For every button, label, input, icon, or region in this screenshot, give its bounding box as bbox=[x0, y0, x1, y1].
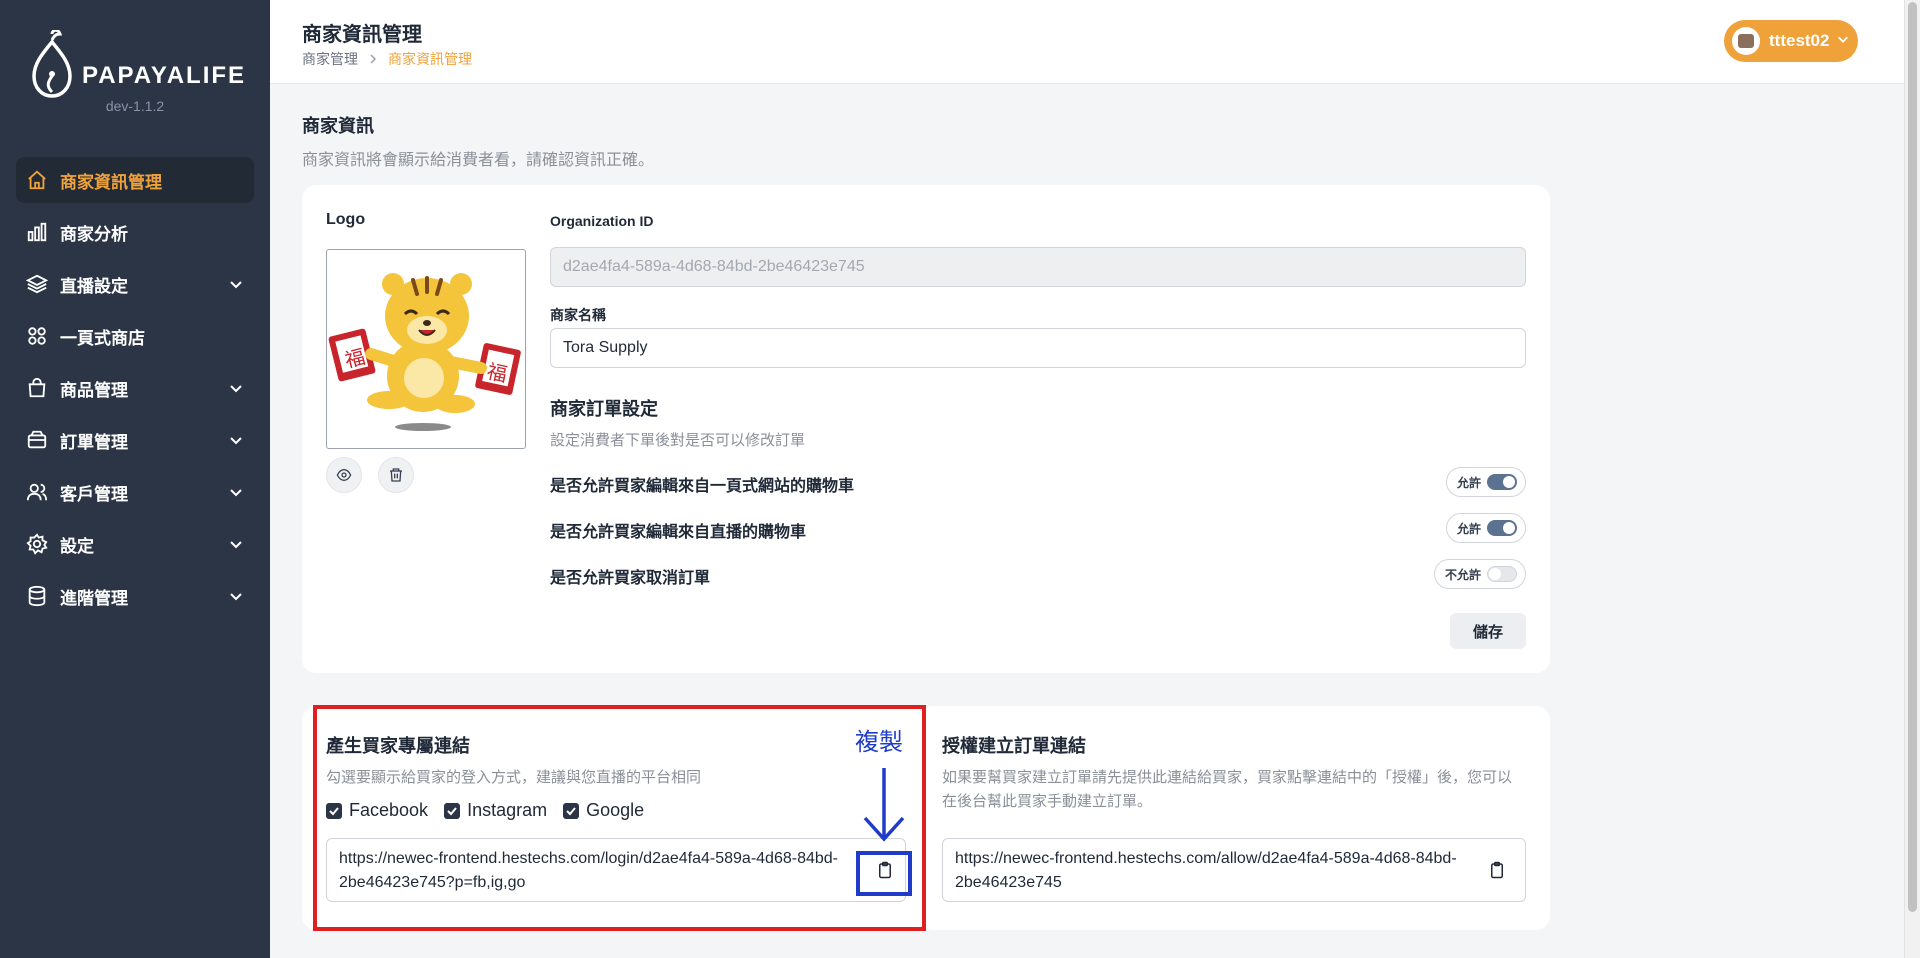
sidebar-item-label: 進階管理 bbox=[60, 588, 128, 608]
annotation-copy-target-box bbox=[856, 851, 912, 896]
merchant-name-field[interactable] bbox=[550, 328, 1526, 368]
avatar bbox=[1732, 27, 1760, 55]
chevron-down-icon bbox=[228, 536, 244, 552]
user-name: tttest02 bbox=[1769, 31, 1830, 50]
order-settings-description: 設定消費者下單後對是否可以修改訂單 bbox=[550, 432, 806, 449]
setting-label-cancel-order: 是否允許買家取消訂單 bbox=[550, 570, 711, 587]
section-title: 商家資訊 bbox=[302, 116, 374, 136]
top-header: 商家資訊管理 商家管理 商家資訊管理 tttest02 bbox=[270, 0, 1904, 84]
inbox-icon bbox=[26, 429, 48, 451]
sidebar-item-analytics[interactable]: 商家分析 bbox=[16, 209, 254, 255]
sidebar-item-label: 商家分析 bbox=[60, 224, 128, 244]
annotation-copy-label: 複製 bbox=[855, 729, 903, 756]
save-button[interactable]: 儲存 bbox=[1450, 613, 1526, 649]
merchant-logo-image: 福 福 bbox=[326, 249, 526, 449]
toggle-switch bbox=[1487, 566, 1517, 582]
chevron-down-icon bbox=[228, 432, 244, 448]
toggle-switch bbox=[1487, 520, 1517, 536]
toggle-state-label: 允許 bbox=[1456, 521, 1481, 536]
page-scrollbar[interactable] bbox=[1904, 0, 1920, 958]
scrollbar-thumb[interactable] bbox=[1908, 2, 1917, 912]
chevron-right-icon bbox=[368, 51, 378, 67]
eye-icon bbox=[336, 468, 352, 482]
bar-chart-icon bbox=[26, 221, 48, 243]
sidebar-item-label: 直播設定 bbox=[60, 276, 128, 296]
home-icon bbox=[26, 169, 48, 191]
sidebar-item-advanced[interactable]: 進階管理 bbox=[16, 573, 254, 619]
auth-link-description: 如果要幫買家建立訂單請先提供此連結給買家，買家點擊連結中的「授權」後，您可以在後… bbox=[942, 769, 1513, 810]
chevron-down-icon bbox=[1836, 31, 1850, 51]
grid-icon bbox=[26, 325, 48, 347]
breadcrumb-item-current: 商家資訊管理 bbox=[388, 51, 472, 67]
users-icon bbox=[26, 481, 48, 503]
brand-logo[interactable]: PAPAYALIFE bbox=[30, 30, 250, 100]
sidebar-item-customers[interactable]: 客戶管理 bbox=[16, 469, 254, 515]
shopping-bag-icon bbox=[26, 377, 48, 399]
chevron-down-icon bbox=[228, 484, 244, 500]
toggle-state-label: 不允許 bbox=[1444, 567, 1481, 582]
setting-label-onepage-cart: 是否允許買家編輯來自一頁式網站的購物車 bbox=[550, 478, 855, 495]
gear-icon bbox=[26, 533, 48, 555]
papaya-logo-icon bbox=[32, 30, 72, 98]
sidebar-item-products[interactable]: 商品管理 bbox=[16, 365, 254, 411]
sidebar-item-label: 客戶管理 bbox=[60, 484, 128, 504]
sidebar-item-orders[interactable]: 訂單管理 bbox=[16, 417, 254, 463]
sidebar-item-label: 商品管理 bbox=[60, 380, 128, 400]
breadcrumb-item-merchant-management[interactable]: 商家管理 bbox=[302, 49, 358, 69]
sidebar-item-live-settings[interactable]: 直播設定 bbox=[16, 261, 254, 307]
org-id-field bbox=[550, 247, 1526, 287]
user-menu-button[interactable]: tttest02 bbox=[1724, 20, 1858, 62]
sidebar-item-one-page-store[interactable]: 一頁式商店 bbox=[16, 313, 254, 359]
sidebar: PAPAYALIFE dev-1.1.2 商家資訊管理 商家分析 直播設定 一頁… bbox=[0, 0, 270, 958]
chevron-down-icon bbox=[228, 588, 244, 604]
preview-logo-button[interactable] bbox=[326, 457, 362, 493]
brand-name: PAPAYALIFE bbox=[82, 62, 247, 89]
sidebar-item-label: 訂單管理 bbox=[60, 432, 128, 452]
sidebar-item-merchant-info[interactable]: 商家資訊管理 bbox=[16, 157, 254, 203]
toggle-cancel-order[interactable]: 不允許 bbox=[1433, 559, 1526, 589]
toggle-state-label: 允許 bbox=[1456, 475, 1481, 490]
breadcrumb: 商家管理 商家資訊管理 bbox=[302, 49, 472, 69]
chevron-down-icon bbox=[228, 380, 244, 396]
merchant-info-card: Logo 福 福 Organization ID d2ae4fa4-589a-4… bbox=[302, 185, 1550, 673]
page-title: 商家資訊管理 bbox=[302, 24, 422, 46]
auth-link-title: 授權建立訂單連結 bbox=[942, 736, 1086, 756]
clipboard-icon[interactable] bbox=[1486, 859, 1508, 881]
merchant-name-label: 商家名稱 bbox=[550, 307, 606, 323]
chevron-down-icon bbox=[228, 276, 244, 292]
sidebar-item-label: 設定 bbox=[60, 536, 94, 556]
annotation-highlight-box bbox=[313, 705, 926, 931]
layers-icon bbox=[26, 273, 48, 295]
annotation-arrow-icon bbox=[863, 768, 905, 842]
trash-icon bbox=[390, 468, 402, 482]
database-icon bbox=[26, 585, 48, 607]
auth-link-field[interactable]: https://newec-frontend.hestechs.com/allo… bbox=[942, 838, 1526, 902]
toggle-live-cart[interactable]: 允許 bbox=[1445, 513, 1526, 543]
setting-label-live-cart: 是否允許買家編輯來自直播的購物車 bbox=[550, 524, 807, 541]
toggle-onepage-cart[interactable]: 允許 bbox=[1445, 467, 1526, 497]
auth-link-card: 授權建立訂單連結 如果要幫買家建立訂單請先提供此連結給買家，買家點擊連結中的「授… bbox=[918, 706, 1550, 930]
org-id-label: Organization ID bbox=[550, 213, 654, 229]
tiger-mascot-icon: 福 福 bbox=[328, 273, 521, 431]
section-description: 商家資訊將會顯示給消費者看，請確認資訊正確。 bbox=[302, 152, 655, 169]
sidebar-item-label: 一頁式商店 bbox=[60, 328, 145, 348]
toggle-switch bbox=[1487, 474, 1517, 490]
order-settings-title: 商家訂單設定 bbox=[550, 399, 658, 419]
sidebar-item-settings[interactable]: 設定 bbox=[16, 521, 254, 567]
logo-label: Logo bbox=[326, 211, 366, 228]
app-version: dev-1.1.2 bbox=[105, 98, 165, 114]
sidebar-item-label: 商家資訊管理 bbox=[60, 172, 162, 192]
sidebar-nav: 商家資訊管理 商家分析 直播設定 一頁式商店 商品管理 訂單管理 客戶管理 設定… bbox=[16, 157, 254, 625]
delete-logo-button[interactable] bbox=[378, 457, 414, 493]
